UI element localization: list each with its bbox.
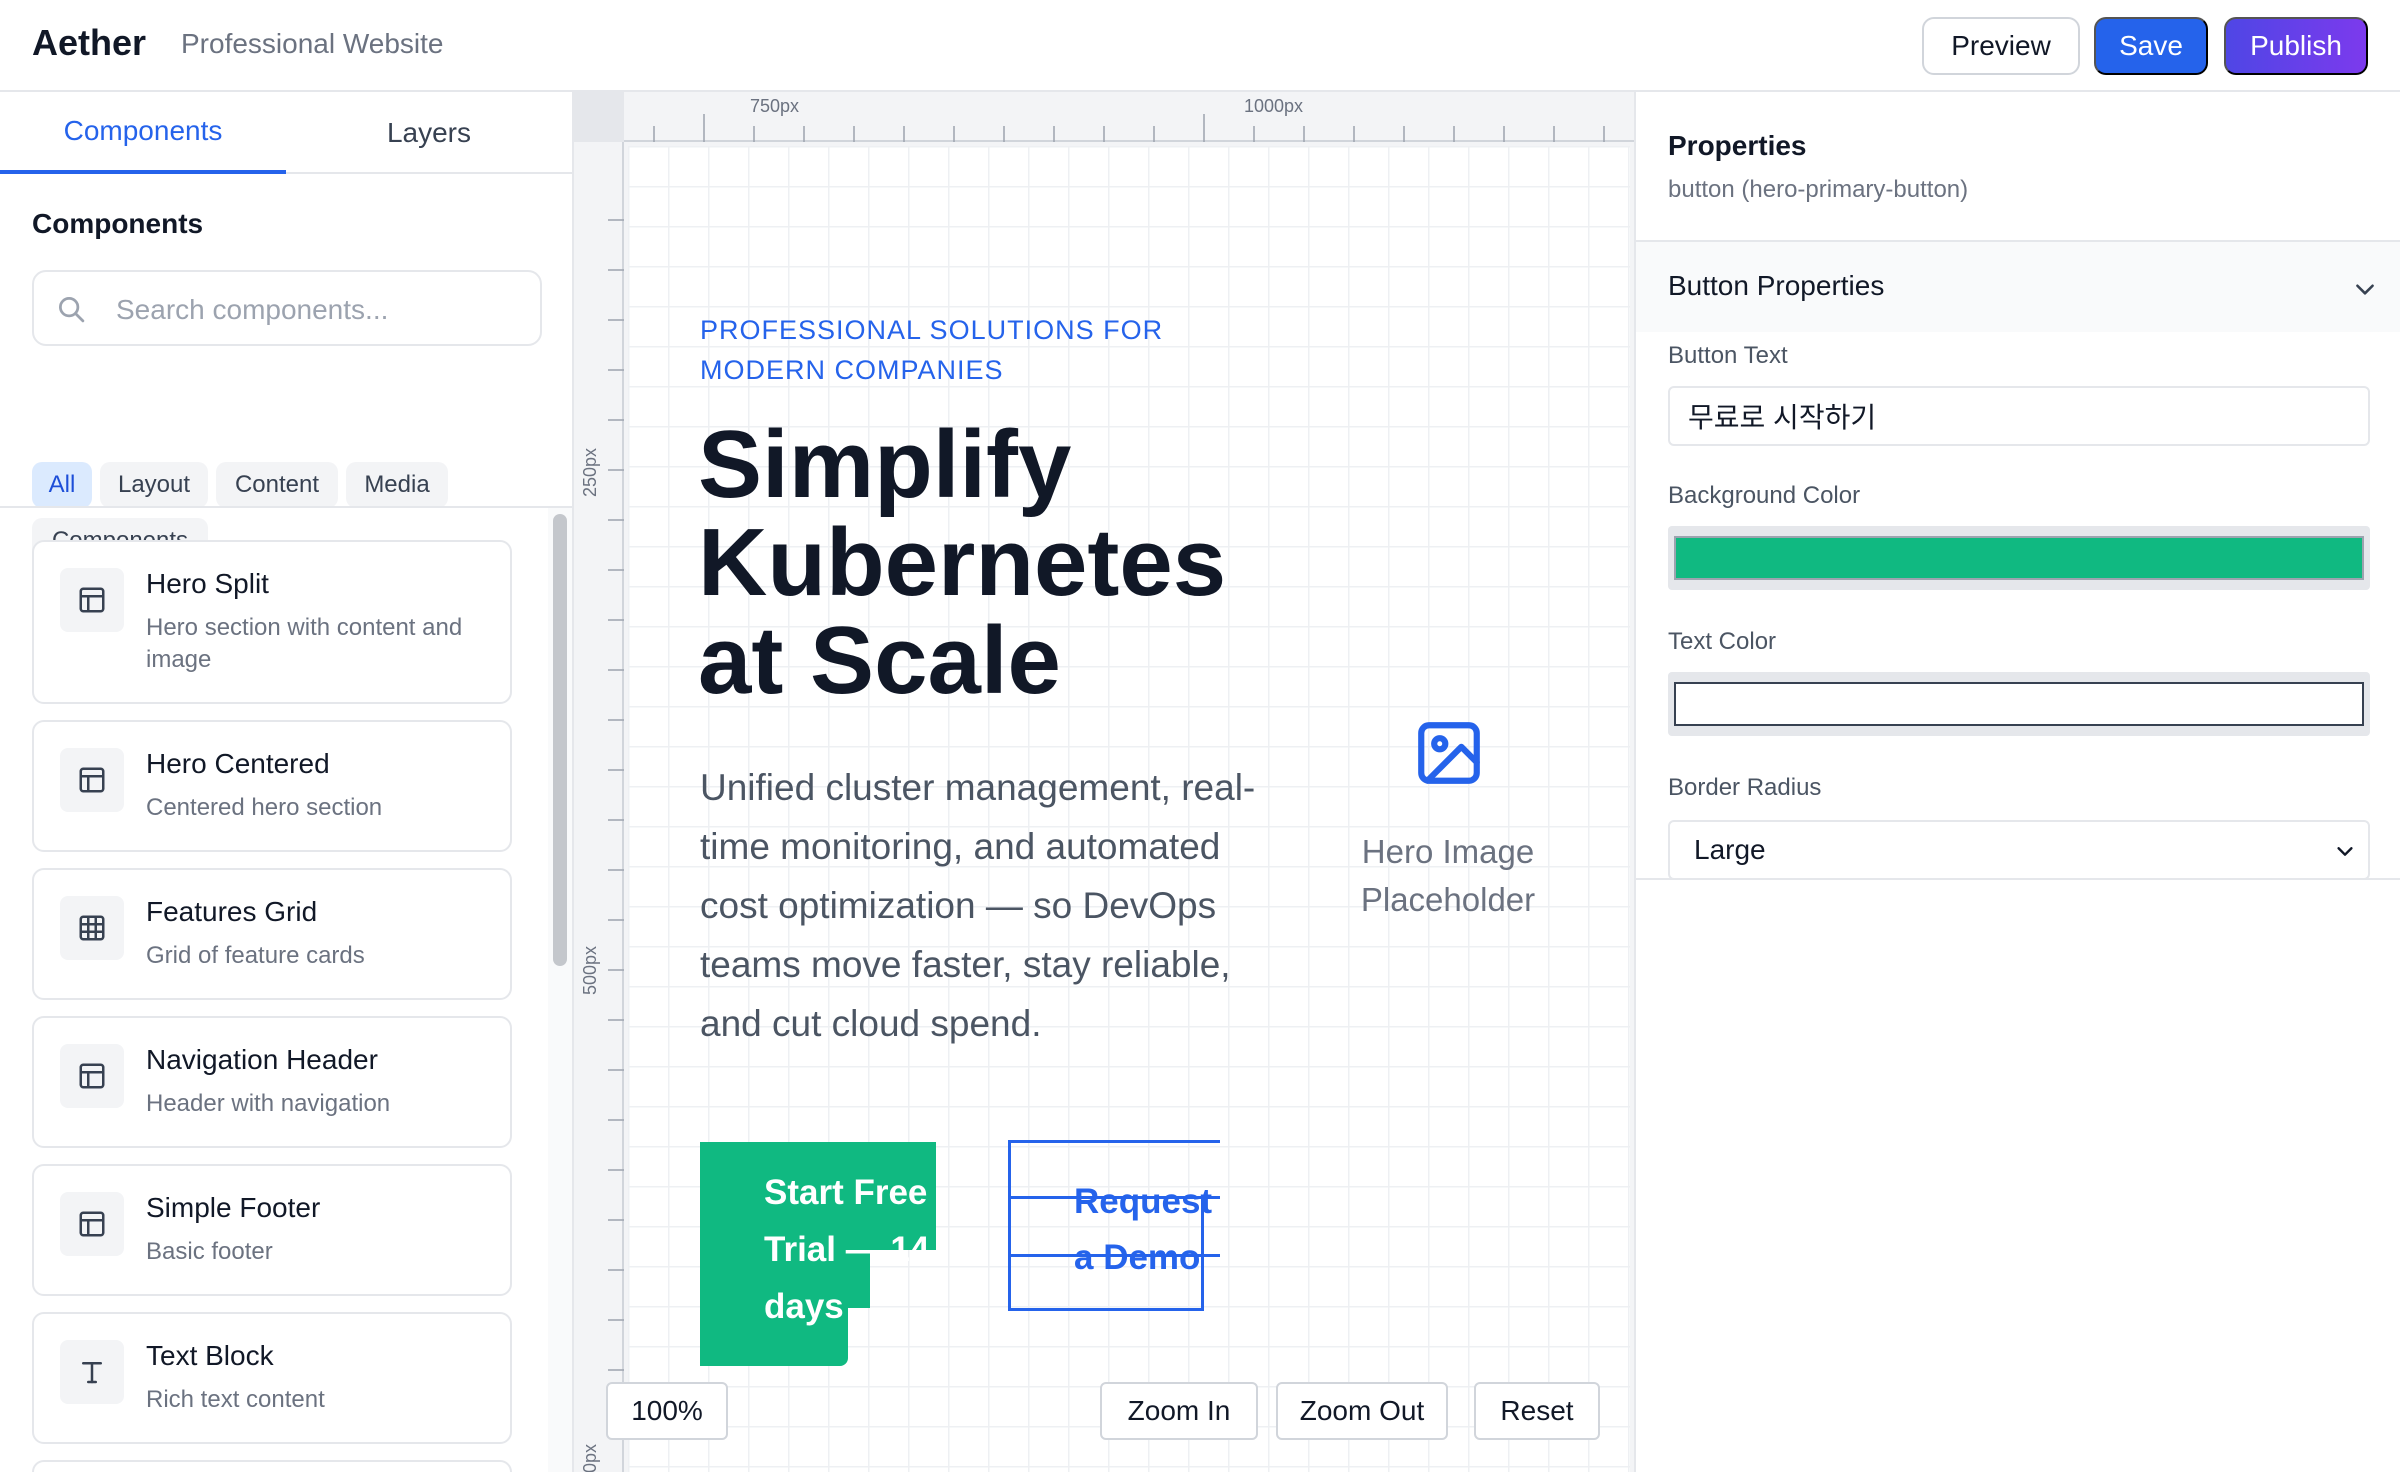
ruler-label: 500px (580, 945, 601, 996)
layout-icon (60, 568, 124, 632)
card-title: Hero Centered (146, 748, 330, 779)
filter-media[interactable]: Media (346, 462, 448, 508)
filter-all[interactable]: All (32, 462, 92, 508)
card-description: Centered hero section (146, 794, 383, 821)
ruler-left: 250px 500px 750px (574, 142, 624, 1472)
ruler-label: 250px (580, 447, 601, 498)
component-card-navigation-header[interactable]: Navigation Header Header with navigation (32, 1016, 512, 1148)
button-text-label: Button Text (1668, 342, 1788, 369)
ruler-label: 1000px (1244, 96, 1304, 116)
card-title: Navigation Header (146, 1044, 378, 1075)
component-list: Hero Split Hero section with content and… (0, 508, 546, 1472)
background-color-swatch (1674, 536, 2364, 580)
ruler-label: 750px (750, 96, 800, 116)
search-icon (59, 297, 85, 323)
reset-zoom-button[interactable]: Reset (1474, 1382, 1600, 1440)
button-text-input[interactable]: 무료로 시작하기 (1668, 386, 2370, 446)
zoom-in-button[interactable]: Zoom In (1100, 1382, 1258, 1440)
card-title: Hero Split (146, 568, 269, 599)
tab-layers[interactable]: Layers (286, 92, 572, 174)
page-frame[interactable]: PROFESSIONAL SOLUTIONS FOR MODERN COMPAN… (628, 146, 1630, 1472)
save-button[interactable]: Save (2094, 17, 2208, 75)
filter-layout[interactable]: Layout (100, 462, 208, 508)
border-radius-select[interactable]: Large (1668, 820, 2370, 880)
button-properties-section[interactable]: Button Properties (1636, 240, 2400, 332)
component-card-hero-centered[interactable]: Hero Centered Centered hero section (32, 720, 512, 852)
zoom-out-button[interactable]: Zoom Out (1276, 1382, 1448, 1440)
primary-button-label: Start Free Trial — 14 days (764, 1173, 930, 1326)
hero-subtext[interactable]: Unified cluster management, real-time mo… (700, 758, 1260, 1053)
ruler-label: 750px (580, 1443, 601, 1472)
sidebar-tabs: Components Layers (0, 92, 572, 174)
filter-content[interactable]: Content (216, 462, 338, 508)
grid-icon (60, 896, 124, 960)
background-color-label: Background Color (1668, 482, 1861, 509)
card-description: Basic footer (146, 1238, 273, 1265)
chevron-down-icon (2337, 847, 2353, 856)
card-description: Header with navigation (146, 1090, 391, 1117)
preview-button[interactable]: Preview (1922, 17, 2080, 75)
text-color-swatch (1674, 682, 2364, 726)
component-card-partial[interactable] (32, 1460, 512, 1472)
search-input[interactable]: Search components... (116, 294, 388, 326)
properties-panel: Properties button (hero-primary-button) … (1634, 92, 2400, 1472)
card-description: Hero section with content and image (146, 614, 463, 673)
sidebar-heading: Components (32, 208, 204, 239)
ruler-corner (574, 92, 624, 142)
border-radius-value: Large (1694, 834, 1766, 865)
component-card-features-grid[interactable]: Features Grid Grid of feature cards (32, 868, 512, 1000)
sidebar-scroll-thumb[interactable] (553, 514, 567, 966)
hero-primary-button[interactable]: Start Free Trial — 14 days (700, 1142, 936, 1366)
card-description: Grid of feature cards (146, 942, 365, 969)
component-card-simple-footer[interactable]: Simple Footer Basic footer (32, 1164, 512, 1296)
component-card-text-block[interactable]: Text Block Rich text content (32, 1312, 512, 1444)
brand-logo: Aether (32, 22, 147, 63)
project-name: Professional Website (181, 28, 444, 59)
component-card-hero-split[interactable]: Hero Split Hero section with content and… (32, 540, 512, 704)
properties-title: Properties (1668, 130, 1807, 161)
image-icon (1418, 722, 1480, 784)
section-title: Button Properties (1668, 270, 1885, 301)
chevron-down-icon[interactable] (2352, 276, 2378, 302)
section-end-divider (1636, 878, 2400, 880)
card-title: Simple Footer (146, 1192, 321, 1223)
top-bar: Aether Professional Website Preview Save… (0, 0, 2400, 92)
ruler-top: 750px 1000px (624, 92, 1634, 142)
hero-headline[interactable]: Simplify Kubernetes at Scale (698, 416, 1318, 710)
editor-canvas[interactable]: 750px 1000px 250px 500px 750px PROFESSIO… (574, 92, 1634, 1472)
hero-eyebrow[interactable]: PROFESSIONAL SOLUTIONS FOR MODERN COMPAN… (700, 310, 1220, 390)
text-color-label: Text Color (1668, 628, 1777, 655)
secondary-button-label: Request a Demo (1008, 1174, 1220, 1286)
selected-element: button (hero-primary-button) (1668, 176, 1969, 203)
layout-icon (60, 748, 124, 812)
image-placeholder-label: Hero Image Placeholder (1360, 833, 1536, 918)
layout-icon (60, 1192, 124, 1256)
text-icon (60, 1340, 124, 1404)
zoom-level: 100% (606, 1382, 728, 1440)
card-description: Rich text content (146, 1386, 325, 1413)
tab-components[interactable]: Components (0, 92, 286, 174)
publish-button[interactable]: Publish (2224, 17, 2368, 75)
text-color-picker[interactable] (1668, 672, 2370, 736)
layout-icon (60, 1044, 124, 1108)
card-title: Text Block (146, 1340, 274, 1371)
card-title: Features Grid (146, 896, 318, 927)
background-color-picker[interactable] (1668, 526, 2370, 590)
secondary-button-label-line: Request a Demo (1074, 1182, 1213, 1277)
component-search[interactable]: Search components... (32, 270, 542, 346)
border-radius-label: Border Radius (1668, 774, 1822, 801)
hero-secondary-button[interactable]: Request a Demo (1008, 1140, 1220, 1316)
